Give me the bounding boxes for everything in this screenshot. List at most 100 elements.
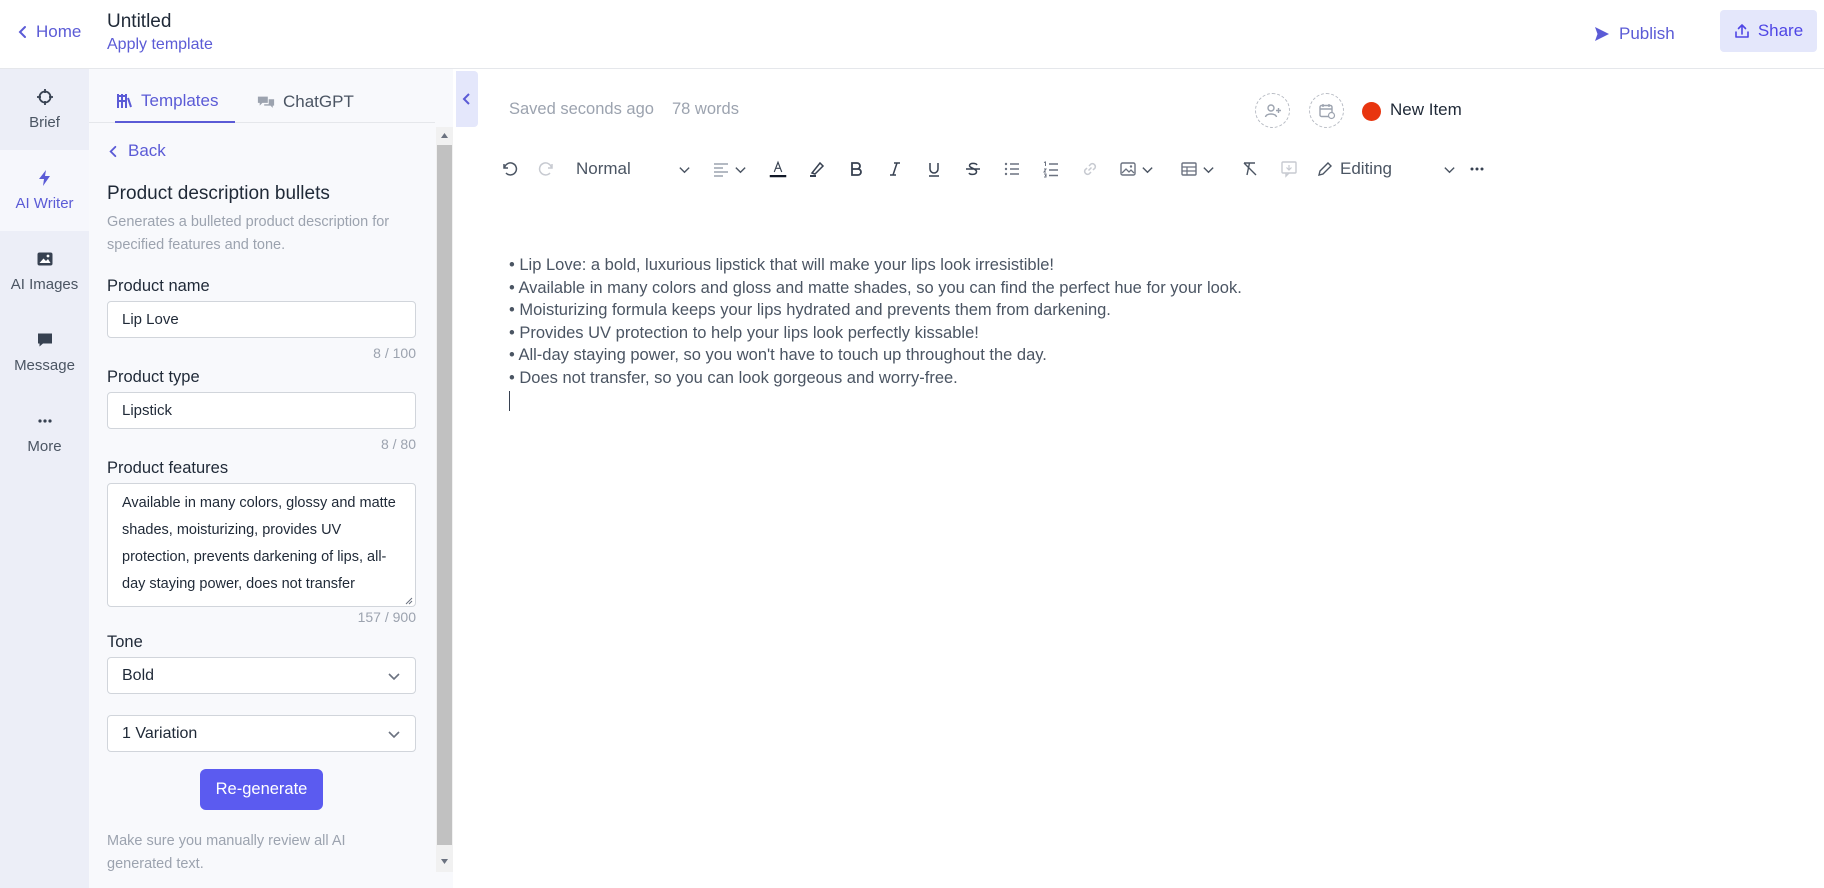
product-type-counter: 8 / 80 <box>380 436 416 452</box>
clear-formatting-button[interactable] <box>1238 150 1262 188</box>
home-label: Home <box>36 22 82 41</box>
lightning-icon <box>38 170 50 186</box>
template-description: Generates a bulleted product description… <box>107 214 390 253</box>
product-type-label: Product type <box>107 368 200 386</box>
add-user-icon <box>1264 103 1281 117</box>
highlighter-icon <box>810 161 825 177</box>
chevron-down-icon <box>1444 166 1455 173</box>
assign-user-button[interactable] <box>1255 93 1290 128</box>
tone-value: Bold <box>122 666 155 684</box>
product-features-label: Product features <box>107 459 229 477</box>
chat-icon <box>37 333 52 347</box>
back-link[interactable]: Back <box>107 141 166 161</box>
tab-templates[interactable]: Templates <box>115 81 235 123</box>
variations-select[interactable]: 1 Variation <box>107 715 416 752</box>
clear-format-icon <box>1243 162 1257 176</box>
status-label[interactable]: New Item <box>1390 100 1462 120</box>
rail-label-ai-images: AI Images <box>10 276 79 293</box>
calendar-icon <box>1318 103 1335 119</box>
publish-button[interactable]: Publish <box>1593 17 1675 51</box>
chevron-down-icon <box>679 166 690 173</box>
editor-line: • Moisturizing formula keeps your lips h… <box>509 301 1111 319</box>
apply-template-link[interactable]: Apply template <box>107 36 213 54</box>
product-name-label: Product name <box>107 277 210 295</box>
editing-mode-select[interactable]: Editing <box>1316 150 1456 188</box>
tab-templates-label: Templates <box>141 91 219 110</box>
bullet-list-button[interactable] <box>1000 150 1024 188</box>
due-date-button[interactable] <box>1309 93 1344 128</box>
editor-content[interactable]: • Lip Love: a bold, luxurious lipstick t… <box>509 254 1759 389</box>
strikethrough-icon <box>966 162 980 176</box>
chevron-left-icon <box>109 145 117 157</box>
editing-mode-value: Editing <box>1340 159 1392 178</box>
rail-item-brief[interactable]: Brief <box>0 69 89 150</box>
underline-icon <box>929 163 939 177</box>
undo-icon <box>503 162 518 176</box>
text-color-button[interactable] <box>766 150 790 188</box>
align-button[interactable] <box>709 150 749 188</box>
product-name-counter: 8 / 100 <box>373 345 416 361</box>
document-title[interactable]: Untitled <box>107 11 171 33</box>
insert-table-button[interactable] <box>1176 150 1218 188</box>
product-name-input[interactable] <box>107 301 416 338</box>
tab-chatgpt[interactable]: ChatGPT <box>257 81 354 123</box>
upload-icon <box>1735 24 1749 38</box>
word-count: 78 words <box>672 100 739 118</box>
editor-line: • Provides UV protection to help your li… <box>509 323 979 342</box>
strikethrough-button[interactable] <box>961 150 985 188</box>
share-label: Share <box>1757 21 1804 40</box>
numbered-list-icon <box>1043 161 1058 178</box>
more-dots-icon <box>37 419 52 423</box>
chevron-left-icon <box>18 26 26 38</box>
variations-value: 1 Variation <box>122 724 198 742</box>
crosshair-icon <box>36 89 53 105</box>
link-button[interactable] <box>1078 150 1102 188</box>
home-link[interactable]: Home <box>16 22 81 42</box>
share-button[interactable]: Share <box>1720 10 1817 52</box>
scroll-down-icon[interactable] <box>440 857 449 866</box>
chat-bubbles-icon <box>257 96 275 108</box>
editor-line: • Does not transfer, so you can look gor… <box>509 368 958 387</box>
italic-button[interactable] <box>883 150 907 188</box>
insert-image-button[interactable] <box>1115 150 1157 188</box>
resize-grip-icon[interactable] <box>403 595 413 605</box>
insert-comment-button[interactable] <box>1277 150 1301 188</box>
tone-select[interactable]: Bold <box>107 657 416 694</box>
text-cursor <box>509 391 510 411</box>
chevron-down-icon <box>388 672 400 680</box>
bold-button[interactable] <box>844 150 868 188</box>
rail-item-ai-writer[interactable]: AI Writer <box>0 150 89 231</box>
chevron-left-icon <box>462 93 470 105</box>
product-type-input[interactable] <box>107 392 416 429</box>
rail-item-more[interactable]: More <box>0 393 89 474</box>
scroll-up-icon[interactable] <box>440 131 449 140</box>
chevron-down-icon <box>1202 166 1214 173</box>
image-icon <box>37 252 52 266</box>
pencil-icon <box>1318 162 1332 176</box>
scrollbar-thumb[interactable] <box>437 145 452 845</box>
rail-label-more: More <box>27 438 62 455</box>
ai-disclaimer: Make sure you manually review all AI gen… <box>107 833 346 872</box>
highlight-button[interactable] <box>805 150 829 188</box>
panel-scrollbar[interactable] <box>436 127 453 872</box>
paragraph-style-select[interactable]: Normal <box>576 150 691 188</box>
more-options-button[interactable] <box>1465 150 1489 188</box>
table-icon <box>1180 162 1197 176</box>
paragraph-style-value: Normal <box>576 159 631 178</box>
tone-label: Tone <box>107 633 143 651</box>
numbered-list-button[interactable] <box>1039 150 1063 188</box>
regenerate-button[interactable]: Re-generate <box>200 769 323 810</box>
rail-item-ai-images[interactable]: AI Images <box>0 231 89 312</box>
chevron-down-icon <box>734 166 746 173</box>
bold-icon <box>851 162 862 176</box>
send-icon <box>1595 27 1609 41</box>
rail-item-message[interactable]: Message <box>0 312 89 393</box>
undo-button[interactable] <box>498 150 520 188</box>
editor-line: • Available in many colors and gloss and… <box>509 278 1242 297</box>
link-icon <box>1083 162 1097 176</box>
collapse-panel-button[interactable] <box>456 71 478 127</box>
redo-button[interactable] <box>536 150 558 188</box>
rail-label-message: Message <box>14 357 75 374</box>
product-features-textarea[interactable]: Available in many colors, glossy and mat… <box>107 483 416 607</box>
underline-button[interactable] <box>922 150 946 188</box>
